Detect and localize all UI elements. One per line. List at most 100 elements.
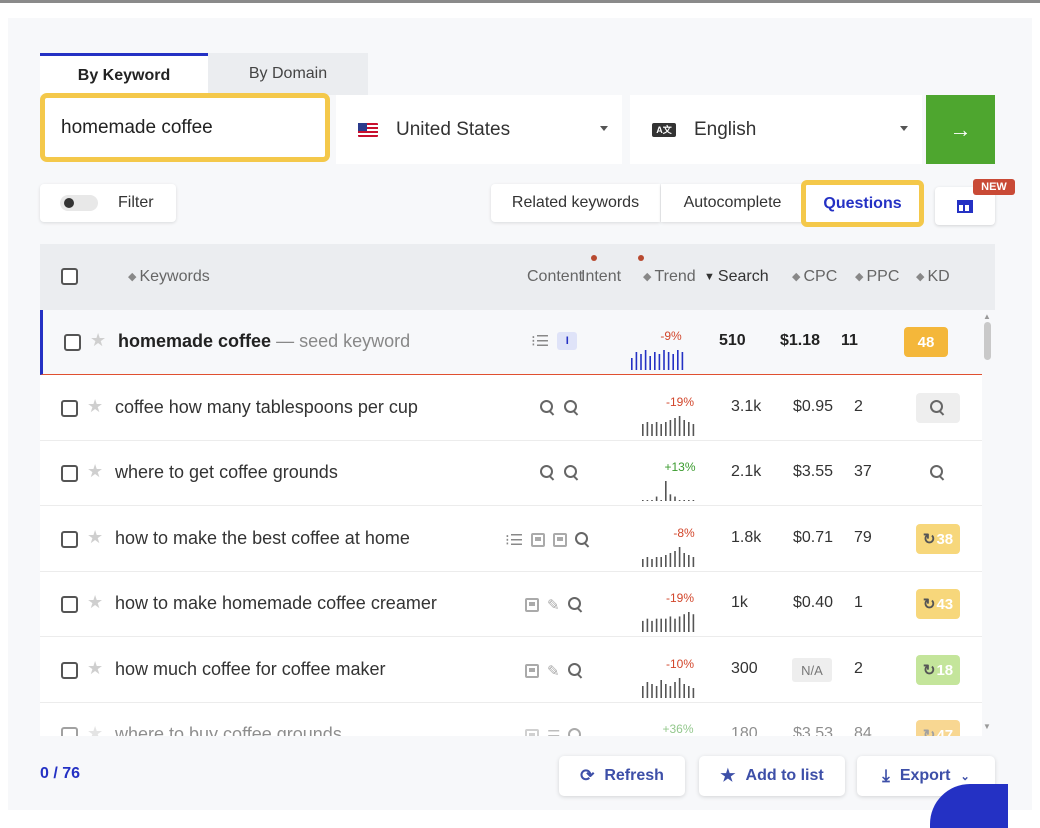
pencil-icon: ✎ xyxy=(547,597,560,614)
intent-icons: ⁝☰ xyxy=(505,531,591,549)
us-flag-icon xyxy=(358,122,378,137)
tab-by-domain[interactable]: By Domain xyxy=(208,53,368,95)
star-icon[interactable]: ★ xyxy=(90,330,106,351)
row-checkbox[interactable] xyxy=(61,596,78,613)
trend-bar xyxy=(631,358,633,370)
row-checkbox[interactable] xyxy=(61,662,78,679)
navigational-icon xyxy=(553,533,568,547)
trend-percent: +36% xyxy=(662,722,694,736)
info-dot-icon xyxy=(638,255,644,261)
add-to-list-button[interactable]: ★ Add to list xyxy=(699,756,845,796)
commercial-icon xyxy=(525,729,539,736)
intent-icons: ⁝☰ I xyxy=(531,332,578,350)
search-volume: 180 xyxy=(731,725,758,736)
keyword-text[interactable]: how to make homemade coffee creamer xyxy=(115,593,437,614)
trend-sparkline xyxy=(642,678,695,698)
trend-bar xyxy=(678,547,681,567)
arrow-right-icon: → xyxy=(949,116,972,142)
trend-bar xyxy=(683,684,685,698)
row-checkbox[interactable] xyxy=(61,531,78,548)
intent-icons xyxy=(540,400,580,416)
intent-icons: ☰ xyxy=(525,727,584,736)
cpc-value: $0.40 xyxy=(793,594,834,611)
search-go-button[interactable]: → xyxy=(926,95,995,164)
keyword-text[interactable]: where to buy coffee grounds xyxy=(115,724,342,736)
refresh-icon: ⟳ xyxy=(580,766,595,785)
keyword-input[interactable]: homemade coffee xyxy=(40,93,330,162)
table-row[interactable]: ★ homemade coffee — seed keyword ⁝☰ I -9… xyxy=(40,310,982,375)
keyword-text[interactable]: how much coffee for coffee maker xyxy=(115,659,385,680)
table-row[interactable]: ★ how much coffee for coffee maker ✎ -10… xyxy=(40,638,982,703)
star-icon[interactable]: ★ xyxy=(87,592,103,613)
language-select[interactable]: A文 English xyxy=(630,95,922,164)
star-icon[interactable]: ★ xyxy=(87,658,103,679)
row-checkbox[interactable] xyxy=(61,400,78,417)
star-icon[interactable]: ★ xyxy=(87,396,103,417)
keyword-text[interactable]: where to get coffee grounds xyxy=(115,462,338,483)
col-ppc[interactable]: ◆ PPC xyxy=(855,268,899,286)
keyword-text[interactable]: homemade coffee — seed keyword xyxy=(118,331,410,352)
trend-bar xyxy=(646,618,649,632)
refresh-button[interactable]: ⟳ Refresh xyxy=(559,756,685,796)
sort-desc-icon: ▼ xyxy=(704,271,715,283)
kd-badge: ↻ 47 xyxy=(916,720,960,736)
table-row[interactable]: ★ where to get coffee grounds +13% 2.1k … xyxy=(40,441,982,506)
window-top-border xyxy=(0,0,1040,3)
trend-percent: -9% xyxy=(660,329,682,343)
row-checkbox[interactable] xyxy=(64,334,81,351)
table-row[interactable]: ★ where to buy coffee grounds ☰ +36% 180… xyxy=(40,703,982,736)
tab-questions[interactable]: Questions xyxy=(801,180,924,227)
trend-bar xyxy=(660,557,662,567)
trend-bar xyxy=(683,614,685,632)
table-row[interactable]: ★ how to make homemade coffee creamer ✎ … xyxy=(40,572,982,637)
star-icon[interactable]: ★ xyxy=(87,723,103,736)
kd-lookup-button[interactable] xyxy=(916,393,960,423)
trend-sparkline xyxy=(631,350,684,370)
refresh-icon: ↻ xyxy=(922,531,936,548)
tab-autocomplete[interactable]: Autocomplete xyxy=(661,184,804,222)
ppc-value: 79 xyxy=(854,529,872,546)
trend-bar xyxy=(674,496,676,501)
select-all-checkbox[interactable] xyxy=(61,268,78,285)
star-icon[interactable]: ★ xyxy=(87,461,103,482)
trend-bar xyxy=(651,500,653,501)
refresh-icon: ↻ xyxy=(922,727,936,736)
trend-bar xyxy=(688,422,690,436)
cpc-value: $0.71 xyxy=(793,529,834,546)
trend-bar xyxy=(678,678,681,698)
keyword-text[interactable]: coffee how many tablespoons per cup xyxy=(115,397,418,418)
kd-lookup-button[interactable] xyxy=(916,458,960,488)
row-checkbox[interactable] xyxy=(61,727,78,736)
table-scrollbar[interactable] xyxy=(984,322,991,360)
scroll-up-arrow-icon[interactable]: ▲ xyxy=(983,312,991,321)
country-select[interactable]: United States xyxy=(336,95,622,164)
col-trend[interactable]: ◆ Trend xyxy=(643,268,696,286)
search-icon xyxy=(540,465,556,481)
col-intent: Intent xyxy=(581,268,622,285)
col-search[interactable]: ▼ Search xyxy=(704,268,769,286)
row-checkbox[interactable] xyxy=(61,465,78,482)
table-row[interactable]: ★ coffee how many tablespoons per cup -1… xyxy=(40,376,982,441)
filter-label: Filter xyxy=(118,194,154,211)
tab-related-keywords[interactable]: Related keywords xyxy=(491,184,660,222)
star-icon[interactable]: ★ xyxy=(87,527,103,548)
trend-bar xyxy=(692,424,695,436)
trend-bar xyxy=(660,618,662,632)
commercial-icon xyxy=(531,533,546,547)
trend-bar xyxy=(669,616,672,632)
col-keywords[interactable]: ◆ Keywords xyxy=(128,268,210,286)
col-cpc[interactable]: ◆ CPC xyxy=(792,268,837,286)
filter-toggle-button[interactable]: Filter xyxy=(40,184,176,222)
table-row[interactable]: ★ how to make the best coffee at home ⁝☰… xyxy=(40,507,982,572)
trend-bar xyxy=(674,682,676,698)
keyword-text[interactable]: how to make the best coffee at home xyxy=(115,528,410,549)
scroll-down-arrow-icon[interactable]: ▼ xyxy=(983,722,991,731)
pencil-icon: ✎ xyxy=(547,663,560,680)
col-kd[interactable]: ◆ KD xyxy=(916,268,950,286)
trend-bar xyxy=(674,418,676,436)
kd-badge: 48 xyxy=(904,327,948,357)
trend-bar xyxy=(642,500,644,501)
trend-bar xyxy=(672,354,674,370)
tab-by-keyword[interactable]: By Keyword xyxy=(40,53,208,95)
new-badge: NEW xyxy=(973,179,1015,195)
